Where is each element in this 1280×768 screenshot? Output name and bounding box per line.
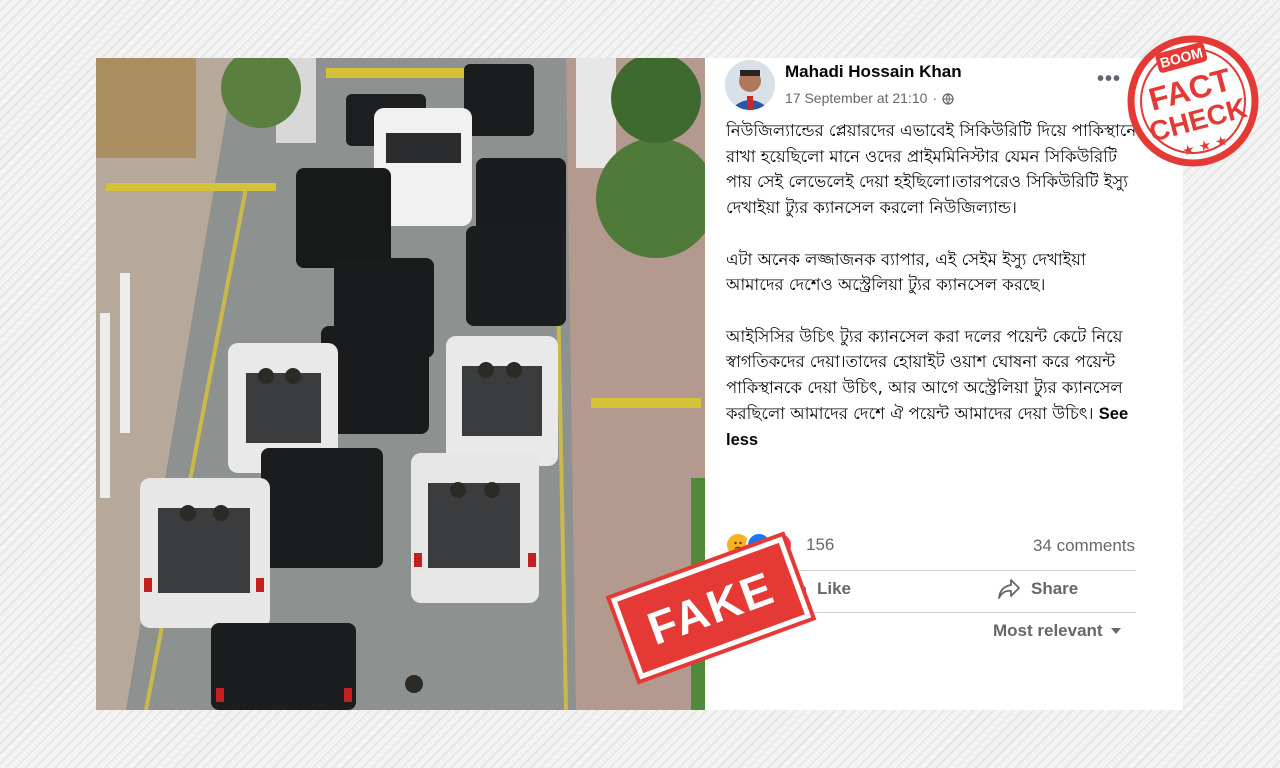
comment-sort-dropdown[interactable]: Most relevant (993, 621, 1121, 641)
post-body: নিউজিল্যান্ডের প্লেয়ারদের এভাবেই সিকিউর… (726, 118, 1138, 480)
post-meta: 17 September at 21:10 · (785, 90, 954, 106)
share-button[interactable]: Share (997, 578, 1078, 600)
boom-fact-check-logo: BOOM FACT CHECK ★ ★ ★ (1124, 32, 1262, 170)
fact-check-seal: BOOM FACT CHECK ★ ★ ★ (1127, 35, 1259, 167)
post-paragraph-3: আইসিসির উচিৎ ট্যুর ক্যানসেল করা দলের পয়… (726, 324, 1138, 455)
post-photo[interactable] (96, 58, 705, 710)
author-name[interactable]: Mahadi Hossain Khan (785, 62, 962, 82)
share-icon (998, 579, 1020, 599)
post-paragraph-1: নিউজিল্যান্ডের প্লেয়ারদের এভাবেই সিকিউর… (726, 121, 1137, 218)
globe-icon (942, 92, 954, 105)
post-paragraph-2: এটা অনেক লজ্জাজনক ব্যাপার, এই সেইম ইস্যু… (726, 249, 1086, 295)
convoy-photo-illustration (96, 58, 705, 710)
comment-sort-label: Most relevant (993, 621, 1103, 640)
reactions-count: 156 (806, 535, 835, 554)
avatar-image (725, 60, 775, 110)
like-label: Like (817, 579, 852, 598)
post-timestamp[interactable]: 17 September at 21:10 (785, 90, 927, 106)
author-avatar[interactable] (725, 60, 775, 110)
more-options-icon[interactable]: ••• (1097, 68, 1121, 91)
share-label: Share (1031, 579, 1079, 598)
post-paragraph-3-text: আইসিসির উচিৎ ট্যুর ক্যানসেল করা দলের পয়… (726, 326, 1123, 423)
chevron-down-icon (1110, 628, 1121, 634)
meta-separator: · (932, 90, 938, 106)
comments-count[interactable]: 34 comments (1033, 536, 1135, 556)
